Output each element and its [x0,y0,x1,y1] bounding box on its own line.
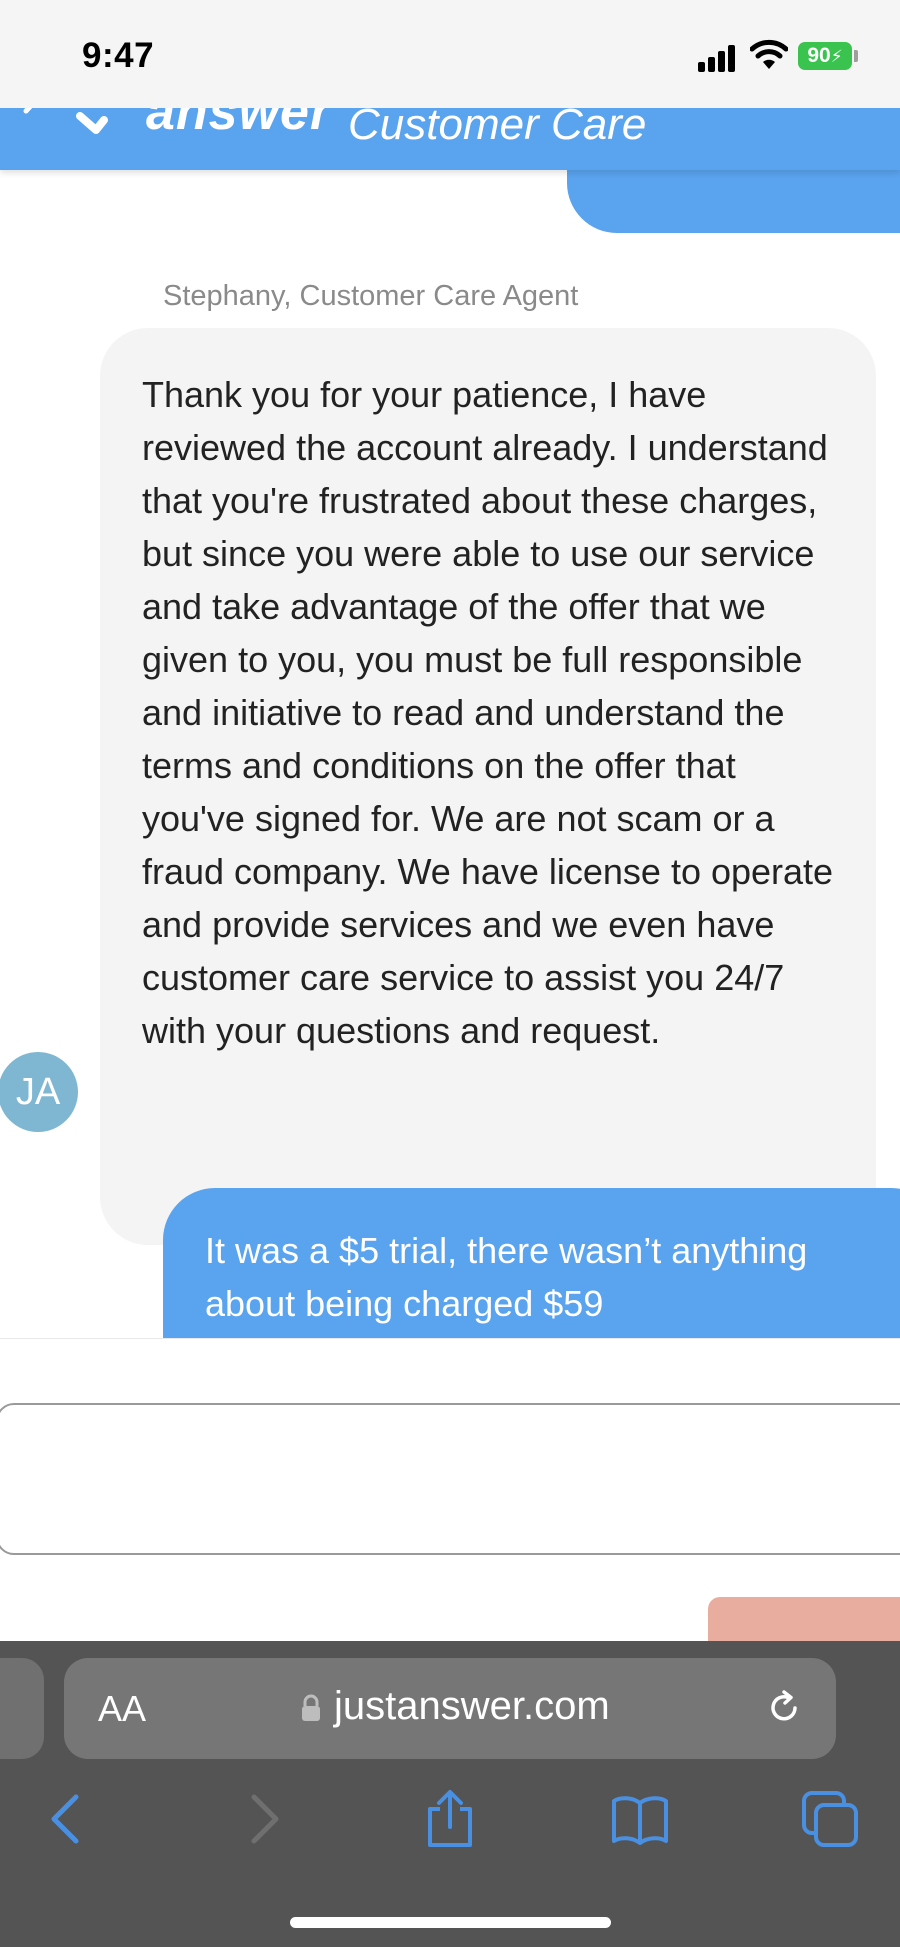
logo-text: answer [146,108,332,141]
agent-avatar: JA [0,1052,78,1132]
lock-icon [302,1694,320,1721]
aa-label: AA [98,1688,147,1729]
battery-cap [854,50,858,62]
app-header: answer Customer Care [0,108,900,170]
forward-icon[interactable] [232,1789,292,1849]
home-indicator [290,1917,611,1928]
message-composer [0,1338,900,1657]
status-time: 9:47 [82,36,155,75]
status-bar: 9:47 90⚡ [0,0,900,108]
page-title: Customer Care [348,108,647,149]
cellular-signal-icon [698,42,738,72]
message-input[interactable] [0,1403,900,1555]
chat-transcript[interactable]: Thanks Stephany Stephany, Customer Care … [0,108,900,1338]
user-message: It was a $5 trial, there wasn’t anything… [163,1188,900,1338]
agent-message: Thank you for your patience, I have revi… [100,328,876,1245]
bookmarks-icon[interactable] [610,1789,670,1849]
justanswer-logo-icon [76,112,108,134]
browser-toolbar: AA justanswer.com [0,1641,900,1947]
reader-settings-button[interactable]: AA [98,1688,146,1730]
back-arrow-icon[interactable] [18,108,48,126]
previous-tab-preview[interactable] [0,1658,44,1759]
url-text: justanswer.com [334,1684,610,1728]
address-bar[interactable]: AA justanswer.com [64,1658,836,1759]
back-icon[interactable] [38,1789,98,1849]
share-icon[interactable] [420,1789,480,1849]
battery-level: 90 [807,44,831,67]
reload-icon[interactable] [764,1688,804,1728]
screen: 9:47 90⚡ Thanks Stephany Stephany, Custo… [0,0,900,1947]
battery-icon: 90⚡ [798,42,852,70]
wifi-icon [750,39,788,69]
agent-name-label: Stephany, Customer Care Agent [163,280,579,312]
tabs-icon[interactable] [800,1789,860,1849]
